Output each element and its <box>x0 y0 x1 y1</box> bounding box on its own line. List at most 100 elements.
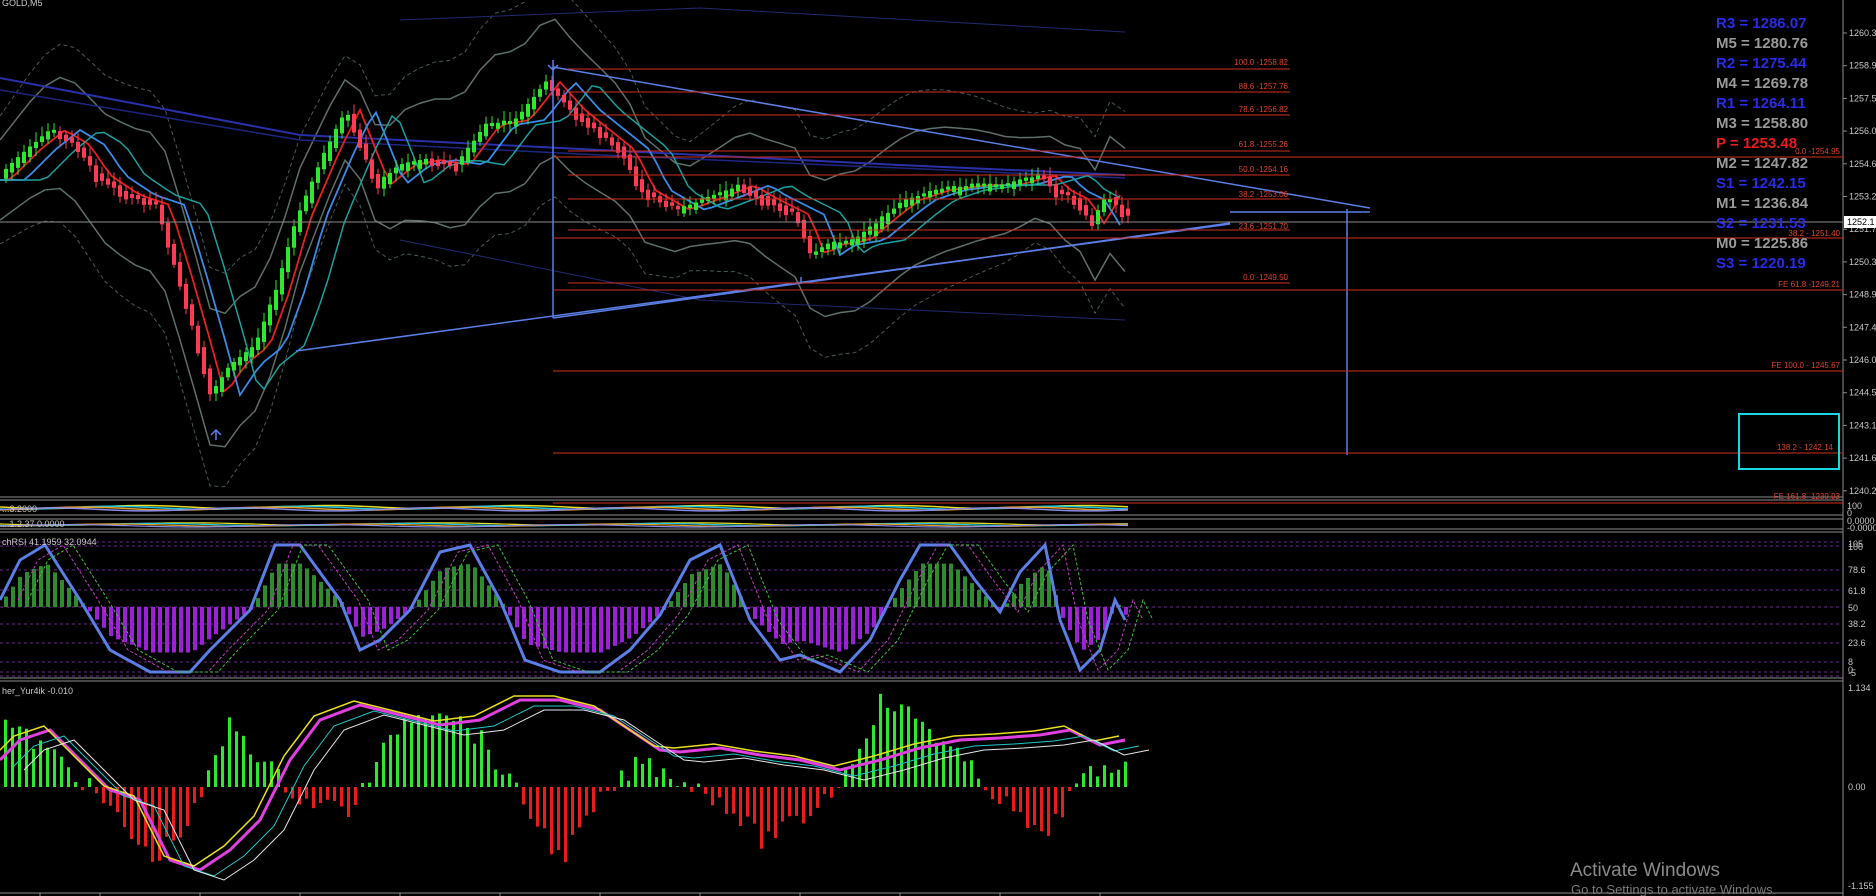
candle-bear <box>364 143 368 160</box>
stoch-hist-bull <box>459 565 463 607</box>
stoch-hist-bull <box>704 569 708 607</box>
stoch-hist-bear <box>1124 607 1128 615</box>
candle-bull <box>508 120 512 124</box>
stoch-hist-bear <box>158 607 162 653</box>
candle-bull <box>406 162 410 171</box>
candle-bull <box>904 198 908 208</box>
fisher-hist-bull <box>900 704 903 787</box>
fisher-hist-bear <box>340 787 343 807</box>
stoch-hist-bull <box>417 599 421 607</box>
candle-bear <box>442 160 446 165</box>
target-box[interactable] <box>1738 413 1840 470</box>
stoch-hist-bull <box>25 572 29 607</box>
fisher-axis-bottom: -1.155 <box>1848 881 1874 891</box>
fisher-hist-bear <box>179 787 182 838</box>
chart-canvas[interactable]: GOLD,M5 100.0 -1258.82 88.6 -1257.76 78.… <box>0 0 1876 896</box>
fisher-hist-bear <box>690 787 693 792</box>
stoch-hist-bear <box>228 607 232 625</box>
fisher-hist-bear <box>1033 787 1036 826</box>
pivot-label: M2 = 1247.82 <box>1716 155 1808 172</box>
stoch-hist-bull <box>921 563 925 607</box>
fisher-pane <box>0 693 1150 881</box>
fisher-hist-bear <box>186 787 189 827</box>
stoch-hist-bull <box>60 580 64 607</box>
stoch-hist-bull <box>473 567 477 607</box>
stoch-hist-bear <box>585 607 589 653</box>
price-tick-label: 1260.3 <box>1849 28 1876 38</box>
candle-bull <box>952 186 956 193</box>
stoch-hist-bear <box>221 607 225 630</box>
fib-label: 100.0 -1258.82 <box>1234 58 1288 67</box>
fisher-hist-bull <box>858 748 861 787</box>
candle-bull <box>334 128 338 149</box>
stoch-hist-bull <box>263 585 267 607</box>
candle-bull <box>466 147 470 163</box>
candle-bull <box>214 386 218 394</box>
fisher-hist-bear <box>1019 787 1022 813</box>
fisher-hist-bear <box>347 787 350 818</box>
fisher-hist-bull <box>466 727 469 787</box>
fisher-hist-bull <box>242 735 245 787</box>
fractal-arrows <box>210 60 802 440</box>
trend-lines[interactable] <box>295 66 1371 455</box>
fisher-hist-bull <box>410 722 413 787</box>
fisher-hist-bear <box>592 787 595 813</box>
fisher-hist-bull <box>361 782 364 787</box>
fisher-hist-bear <box>305 787 308 799</box>
candle-bull <box>256 337 260 350</box>
candle-bull <box>250 347 254 358</box>
fisher-hist-bear <box>781 787 784 822</box>
price-tick-label: 1241.6 <box>1849 453 1876 463</box>
fisher-hist-bull <box>235 731 238 787</box>
candle-bear <box>592 122 596 129</box>
fisher-hist-bear <box>550 787 553 855</box>
fisher-hist-bull <box>487 749 490 787</box>
stoch-rsi-pane <box>0 541 1843 677</box>
candle-bear <box>754 190 758 198</box>
current-price-label: 1252.1 <box>1847 217 1875 227</box>
candle-bull <box>1000 184 1004 189</box>
candle-bear <box>1072 195 1076 205</box>
fisher-hist-bull <box>53 749 56 787</box>
fisher-hist-bull <box>508 773 511 787</box>
candle-bull <box>490 123 494 127</box>
stoch-hist-bear <box>1089 607 1093 645</box>
candle-bull <box>844 240 848 244</box>
fisher-hist-bear <box>606 787 609 791</box>
symbol-label: GOLD,M5 <box>2 0 43 8</box>
candle-bear <box>664 200 668 208</box>
fisher-hist-bull <box>956 747 959 787</box>
stoch-hist-bull <box>319 581 323 607</box>
stoch-hist-bear <box>109 607 113 636</box>
fib-label: 61.8 -1255.26 <box>1239 140 1289 149</box>
fisher-hist-bull <box>1103 765 1106 787</box>
stoch-hist-bear <box>1068 607 1072 631</box>
candle-bear <box>610 137 614 146</box>
candle-bear <box>766 196 770 206</box>
fisher-hist-bull <box>18 726 21 787</box>
stoch-hist-bull <box>977 589 981 607</box>
fisher-hist-bear <box>613 787 616 791</box>
fisher-hist-bull <box>32 748 35 787</box>
candle-bear <box>88 156 92 166</box>
stoch-hist-bear <box>564 607 568 653</box>
stoch-hist-bull <box>732 584 736 607</box>
stoch-hist-bull <box>4 596 8 607</box>
candle-bear <box>784 205 788 216</box>
fisher-hist-bull <box>697 783 700 787</box>
candle-bull <box>310 181 314 204</box>
stoch-hist-bear <box>165 607 169 653</box>
candle-bull <box>220 377 224 392</box>
fisher-hist-bear <box>172 787 175 841</box>
stoch-hist-bull <box>256 598 260 607</box>
fisher-hist-bear <box>585 787 588 816</box>
candle-bull <box>478 131 482 142</box>
candle-bull <box>862 231 866 242</box>
fib-expansion[interactable] <box>553 156 1843 504</box>
candle-bull <box>694 202 698 210</box>
price-tick-label: 1257.5 <box>1849 93 1876 103</box>
candle-bull <box>970 183 974 188</box>
candle-bear <box>1120 204 1124 218</box>
stoch-hist-bear <box>214 607 218 635</box>
fisher-hist-bear <box>1047 787 1050 836</box>
